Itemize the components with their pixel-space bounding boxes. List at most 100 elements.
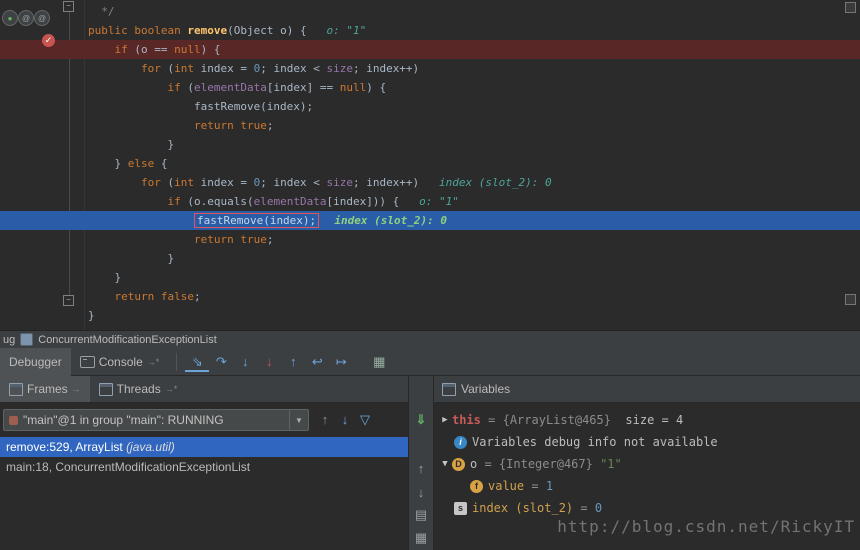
frames-pane-header: Frames → Threads →* [0,376,408,403]
variable-text: = [480,413,503,427]
code-line: if (o.equals(elementData[index])) { o: "… [0,192,860,211]
token: } [88,157,128,170]
token: fastRemove(index); [88,100,314,113]
code-line: */ [0,2,860,21]
variable-row[interactable]: ▼ Do = {Integer@467} "1" [434,453,860,475]
up-arrow-icon[interactable]: ↑ [409,457,433,480]
step-toolbar: ⇘ ↷ ↓ ↓ ↑ ↩ ↦ [185,350,353,373]
variable-text: o [470,457,478,471]
ide-window: */ public boolean remove(Object o) { o: "… [0,0,860,550]
token: } [88,138,175,151]
tab-debugger-label: Debugger [9,354,62,369]
code-editor[interactable]: */ public boolean remove(Object o) { o: "… [0,0,860,330]
variable-text: size = 4 [618,413,684,427]
token: ; [266,233,274,246]
token: size [326,176,353,189]
code-line: } [0,135,860,154]
frames-tab-icon [9,382,23,396]
token: remove [187,24,228,37]
copy-stack-icon[interactable]: ▤ [409,504,433,527]
variable-text: this [452,413,481,427]
token: ( [160,176,175,189]
filter-frames-icon[interactable]: ▽ [355,410,375,430]
token: index (slot_2): 0 [419,176,552,189]
token: return [193,233,234,246]
code-line: } [0,306,860,325]
console-icon [79,355,95,368]
tab-frames[interactable]: Frames → [0,376,90,402]
annotation-icon[interactable]: @ [18,10,34,26]
step-out-icon[interactable]: ↑ [281,350,305,372]
code-line: public boolean remove(Object o) { o: "1" [0,21,860,40]
step-into-icon[interactable]: ↓ [233,350,257,372]
green-down-arrow-icon[interactable]: ⇓ [409,408,433,431]
code-line: for (int index = 0; index < size; index+… [0,59,860,78]
frame-row[interactable]: main:18, ConcurrentModificationException… [0,457,408,477]
watermark: http://blog.csdn.net/RickyIT [557,517,855,536]
next-frame-icon[interactable]: ↓ [335,410,355,430]
fold-end-icon[interactable]: − [63,295,74,306]
frame-row[interactable]: remove:529, ArrayList (java.util) [0,437,408,457]
tab-threads[interactable]: Threads →* [90,376,187,402]
token: */ [88,5,115,18]
token: (Object o) { [227,24,307,37]
tab-console-label: Console [98,354,143,369]
token: else [127,157,155,170]
chevron-right-icon[interactable]: ▶ [438,415,452,425]
breakpoint-icon[interactable]: ✓ [42,34,55,47]
show-execution-point-icon[interactable]: ⇘ [185,354,210,372]
code-area[interactable]: */ public boolean remove(Object o) { o: "… [0,2,860,325]
chevron-down-icon[interactable]: ▼ [438,459,452,469]
code-line: return true; [0,230,860,249]
thread-combo-value: "main"@1 in group "main": RUNNING [23,413,224,427]
token: ; [194,290,201,303]
tab-debugger[interactable]: Debugger [0,347,71,376]
settings-icon[interactable]: ▦ [409,527,433,550]
thread-icon [9,415,18,425]
token: boolean [134,24,181,37]
variable-text: {Integer@467} [498,457,601,471]
variable-text: = [573,501,595,515]
variable-row[interactable]: ▶ this = {ArrayList@465} size = 4 [434,409,860,431]
run-overlay-icon[interactable]: ● [2,10,18,26]
variable-row[interactable]: f value = 1 [434,475,860,497]
info-icon: i [454,435,467,449]
fold-collapse-icon[interactable]: − [63,1,74,12]
token: for [140,62,161,75]
thread-combo[interactable]: "main"@1 in group "main": RUNNING ▼ [3,409,309,431]
annotation-icon[interactable]: @ [34,10,50,26]
drop-frame-icon[interactable]: ↩ [305,351,329,373]
down-arrow-icon[interactable]: ↓ [409,480,433,503]
variables-pane-header: Variables [434,376,860,403]
field-icon: f [470,479,483,493]
token: ; index++) [352,176,420,189]
token: index (slot_2): 0 [321,214,448,227]
token: null [174,43,201,56]
debug-toolbar: Debugger Console →* ⇘ ↷ ↓ ↓ ↑ ↩ ↦ ▦ [0,347,860,376]
error-stripe-mark [845,2,856,13]
prev-frame-icon[interactable]: ↑ [315,410,335,430]
variable-row[interactable]: s index (slot_2) = 0 [434,497,860,519]
debug-titlebar-prefix: ug [3,333,16,346]
token: int [174,62,194,75]
frames-list: remove:529, ArrayList (java.util) main:18… [0,437,408,477]
token: } [88,252,175,265]
tab-console[interactable]: Console →* [71,348,169,376]
tab-frames-label: Frames [27,382,68,396]
step-over-icon[interactable]: ↷ [209,351,233,373]
token: ) { [366,81,387,94]
variable-text: value [488,479,525,493]
combo-dropdown-arrow[interactable]: ▼ [289,410,308,430]
token: { [154,157,168,170]
force-step-into-icon[interactable]: ↓ [257,350,281,372]
variables-header-label: Variables [461,382,511,396]
token: ( [180,81,194,94]
token: [index] == [266,81,340,94]
token: index = [193,176,254,189]
restore-layout-icon[interactable]: ▦ [367,351,391,373]
variable-row[interactable]: i Variables debug info not available [434,431,860,453]
slot-icon: s [454,501,467,515]
run-to-cursor-icon[interactable]: ↦ [329,351,353,373]
